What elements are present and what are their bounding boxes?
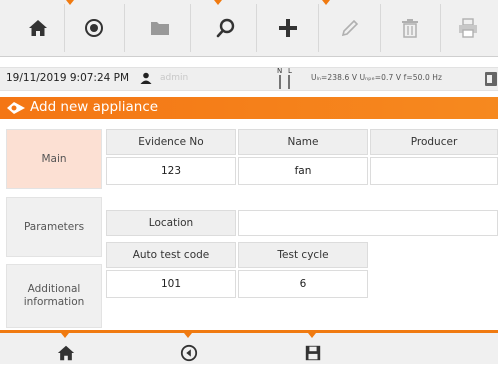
print-button[interactable] (438, 0, 498, 56)
home-icon (57, 345, 75, 361)
producer-label: Producer (370, 129, 498, 155)
page-title: Add new appliance (30, 99, 159, 115)
test-cycle-field[interactable]: 6 (238, 270, 368, 298)
datetime: 19/11/2019 9:07:24 PM (6, 72, 130, 84)
trash-icon (402, 19, 418, 38)
tab-main-label: Main (41, 152, 67, 165)
folder-button[interactable] (130, 0, 190, 56)
bottom-toolbar (0, 330, 498, 364)
location-field[interactable] (238, 210, 498, 236)
plug-icon: NL (277, 67, 292, 89)
search-button[interactable] (196, 0, 256, 56)
device-icon (485, 72, 497, 86)
save-icon (305, 345, 321, 361)
tab-additional-information[interactable]: Additional information (6, 264, 102, 328)
folder-icon (151, 22, 169, 35)
user-name: admin (160, 73, 189, 83)
pencil-icon (341, 19, 359, 37)
back-button[interactable] (159, 339, 219, 367)
back-icon (180, 344, 198, 362)
name-label: Name (238, 129, 368, 155)
home-button[interactable] (8, 0, 68, 56)
target-button[interactable] (64, 0, 124, 56)
top-toolbar (0, 0, 498, 57)
evidence-no-label: Evidence No (106, 129, 236, 155)
name-field[interactable]: fan (238, 157, 368, 185)
status-bar: 19/11/2019 9:07:24 PM admin NL Uₗₙ=238.6… (0, 67, 498, 91)
add-button[interactable] (258, 0, 318, 56)
auto-test-code-label: Auto test code (106, 242, 236, 268)
target-icon (85, 19, 103, 37)
home-icon (29, 20, 47, 36)
svg-text:N: N (277, 67, 282, 75)
producer-field[interactable] (370, 157, 498, 185)
svg-text:L: L (288, 67, 292, 75)
tab-parameters[interactable]: Parameters (6, 197, 102, 257)
user-icon (140, 72, 152, 84)
evidence-no-field[interactable]: 123 (106, 157, 236, 185)
title-bar: Add new appliance (0, 97, 498, 119)
tab-main[interactable]: Main (6, 129, 102, 189)
tab-parameters-label: Parameters (23, 220, 85, 233)
save-button[interactable] (283, 339, 343, 367)
location-label: Location (106, 210, 236, 236)
plus-icon (279, 19, 297, 37)
delete-button[interactable] (380, 0, 440, 56)
measurement-readout: Uₗₙ=238.6 V Uₙₚₑ=0.7 V f=50.0 Hz (311, 73, 443, 82)
bottom-home-button[interactable] (36, 339, 96, 367)
test-cycle-label: Test cycle (238, 242, 368, 268)
search-icon (216, 18, 235, 38)
edit-button[interactable] (320, 0, 380, 56)
appliance-icon (7, 102, 25, 114)
tab-additional-information-label: Additional information (23, 283, 85, 308)
print-icon (459, 18, 477, 38)
auto-test-code-field[interactable]: 101 (106, 270, 236, 298)
